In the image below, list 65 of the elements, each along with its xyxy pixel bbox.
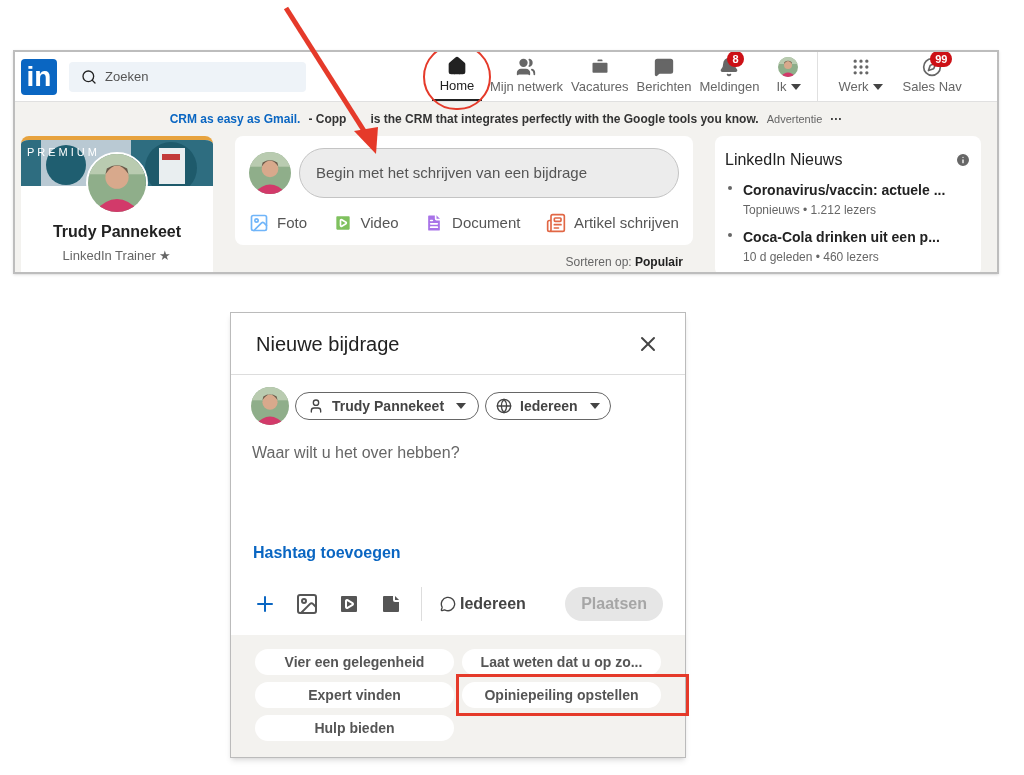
image-icon [249,213,269,234]
dialog-title: Nieuwe bijdrage [256,331,400,357]
nav-item[interactable]: Mijn netwerk [486,52,567,101]
notification-badge: 8 [727,52,744,67]
composer-action[interactable]: Document [424,212,521,235]
person-icon [308,398,324,414]
suggestion-chip[interactable]: Hulp bieden [255,715,454,741]
news-item[interactable]: Coronavirus/vaccin: actuele ... Topnieuws • 1.212 lezers [725,180,971,219]
news-title: LinkedIn Nieuws [725,150,843,170]
search-field[interactable]: Zoeken [69,61,306,92]
caret-icon [456,403,467,409]
suggestion-chip[interactable]: Vier een gelegenheid [255,649,454,675]
profile-headline: LinkedIn Trainer ★ [61,247,173,265]
ad-text: is the CRM that integrates perfectly with the Google tools you know. [370,111,759,128]
ad-label: Advertentie [766,111,823,127]
ad-link[interactable]: CRM as easy as Gmail. [169,110,301,128]
ad-text: - Copp [308,111,347,128]
logo[interactable]: in [21,58,57,95]
search-input[interactable]: Zoeken [105,66,285,87]
nav-item[interactable]: Home [432,52,482,101]
more-button[interactable]: ··· [830,110,843,128]
start-post-button[interactable]: Begin met het schrijven van een bijdrage [299,148,679,198]
post-text-field[interactable]: Waar wilt u het over hebben? [251,441,665,537]
comment-setting-button[interactable]: Iedereen [440,592,526,616]
article-icon [545,213,566,234]
image-icon[interactable] [295,592,319,616]
nav-label: Vacatures [570,77,629,96]
home-icon [447,55,467,76]
news-meta: 10 d geleden • 460 lezers [743,249,880,266]
news-headline: Coronavirus/vaccin: actuele ... [743,181,947,200]
suggestion-chip[interactable]: Expert vinden [255,682,454,708]
sort-dropdown[interactable]: Populair [635,254,683,269]
nav-item[interactable]: 99 Sales Nav [898,52,966,101]
composer-action[interactable]: Artikel schrijven [545,212,679,235]
globe-icon [496,398,513,414]
info-icon[interactable] [955,152,971,168]
chat-icon [654,56,674,77]
suggestion-chip[interactable]: Opiniepeiling opstellen [462,682,661,708]
hashtag-link[interactable]: Hashtag toevoegen [253,541,401,565]
caret-icon [589,403,600,409]
nav-label: Werk [838,76,883,97]
nav-label: Berichten [636,77,692,96]
nav-item[interactable]: Werk [834,52,887,101]
people-icon [516,56,537,77]
composer-action[interactable]: Foto [249,212,307,235]
nav-label: Home [439,76,475,95]
profile-name[interactable]: Trudy Pannekeet [21,220,213,244]
nav-item[interactable]: Ik [763,52,814,101]
nav-label: Ik [776,76,801,97]
comment-icon [440,596,456,612]
search-icon [81,68,97,85]
nav-label: Mijn netwerk [490,77,563,96]
sort-label: Sorteren op: [565,254,632,269]
nav-item[interactable]: Berichten [632,52,696,101]
nav-item[interactable]: 8 Meldingen [695,52,764,101]
notification-badge: 99 [930,52,953,67]
news-item[interactable]: Coca-Cola drinken uit een p... 10 d geleden • 460 lezers [725,227,971,266]
news-meta: Topnieuws • 1.212 lezers [743,202,877,219]
briefcase-icon [589,56,610,77]
nav-label: Meldingen [699,77,760,96]
nav-item[interactable]: Vacatures [566,52,633,101]
composer-action[interactable]: Video [332,212,399,235]
news-headline: Coca-Cola drinken uit een p... [743,228,941,247]
nav-label: Sales Nav [902,77,962,96]
suggestion-chip[interactable]: Laat weten dat u op zo... [462,649,661,675]
